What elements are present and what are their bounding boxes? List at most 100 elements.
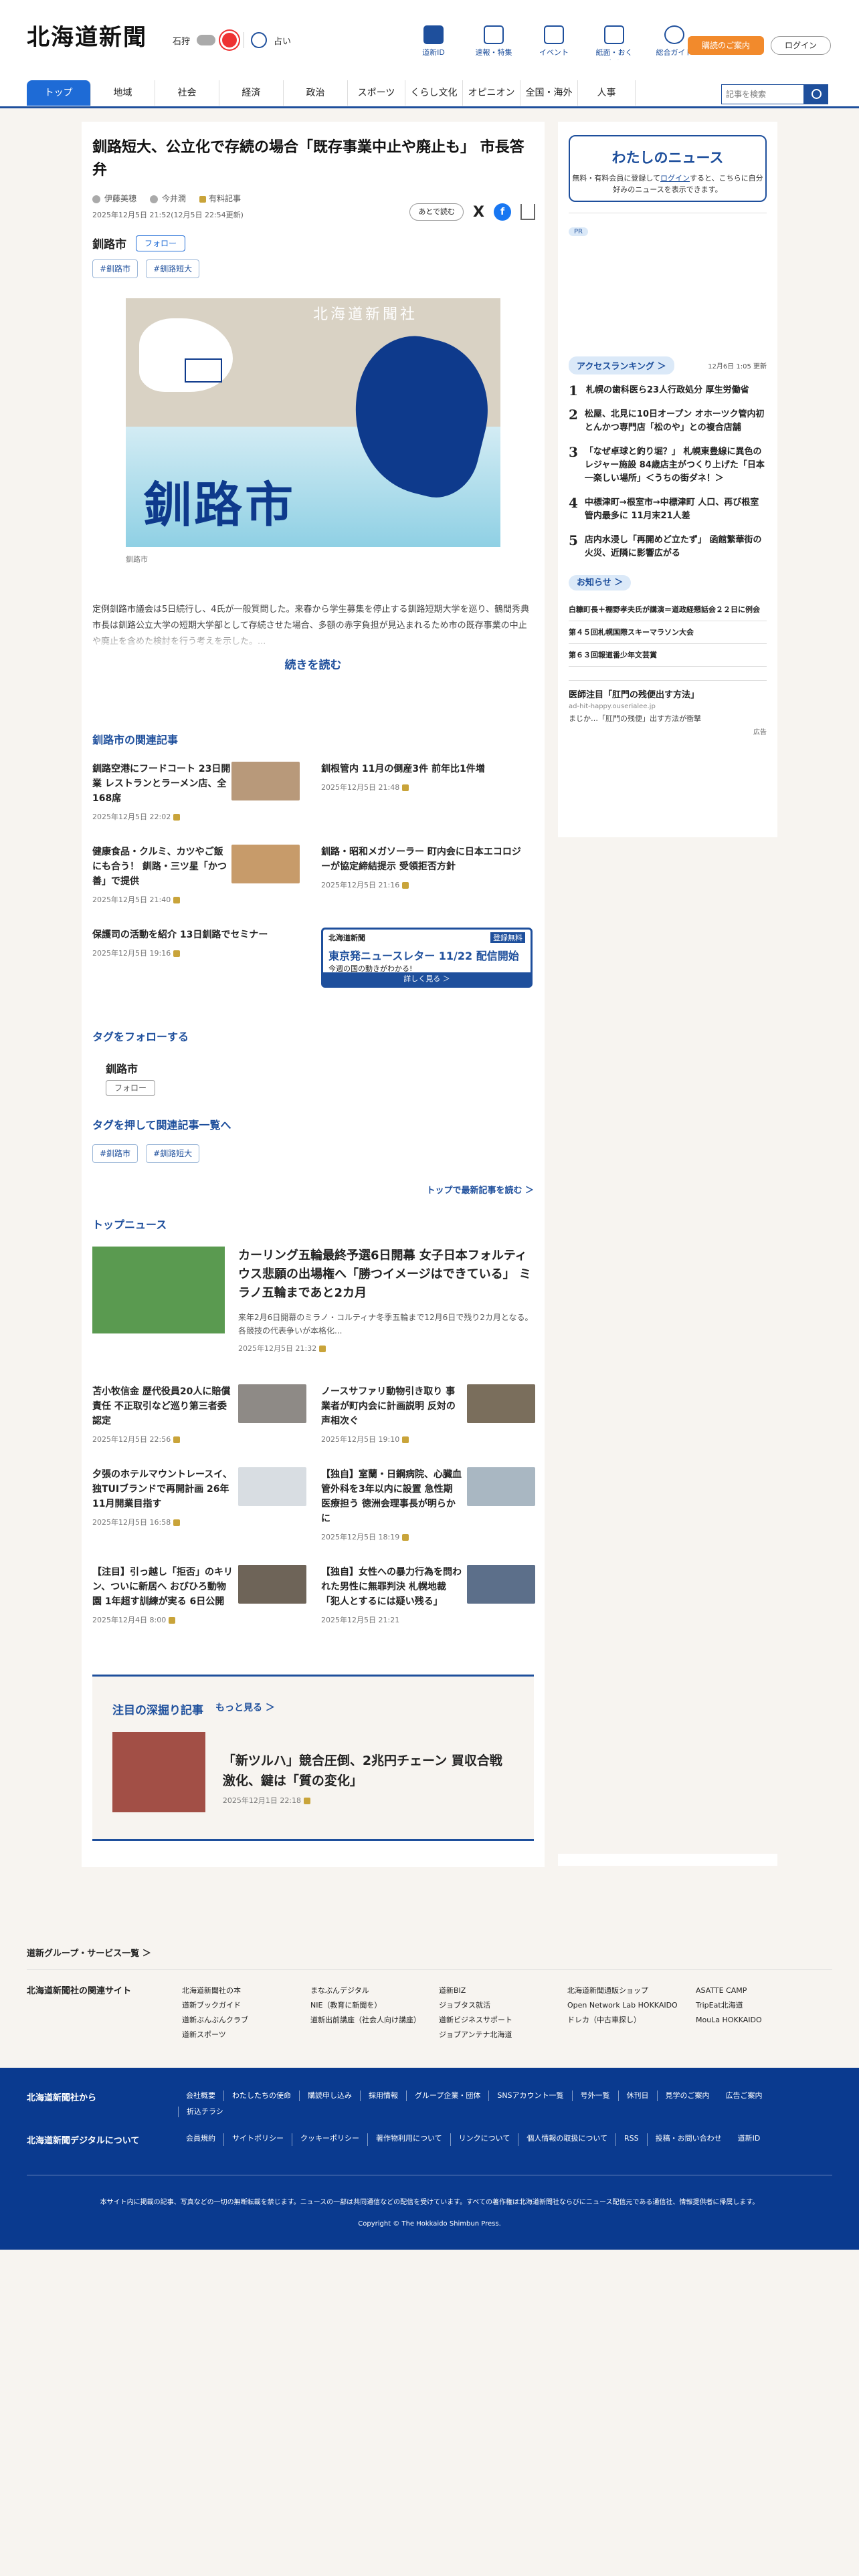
footer-disclaimer: 本サイト内に掲載の記事、写真などの一切の無断転載を禁じます。ニュースの一部は共同…	[100, 2199, 759, 2206]
tag-chip[interactable]: #釧路短大	[146, 1144, 200, 1163]
nav-life[interactable]: くらし文化	[405, 80, 463, 106]
lock-icon	[173, 897, 180, 903]
sidebar-ad[interactable]: 医師注目「肛門の残便出す方法」 ad-hit-happy.ouserialee.…	[569, 680, 767, 736]
nav-opinion[interactable]: オピニオン	[463, 80, 520, 106]
nav-world[interactable]: 全国・海外	[520, 80, 578, 106]
uranai-label[interactable]: 占い	[274, 34, 291, 47]
top-latest-link[interactable]: トップで最新記事を読む ＞	[92, 1183, 534, 1196]
nav-economy[interactable]: 経済	[219, 80, 284, 106]
my-news-title: わたしのニュース	[611, 150, 724, 166]
lock-icon	[199, 195, 207, 203]
footer-copyright: Copyright © The Hokkaido Shimbun Press.	[358, 2220, 501, 2228]
ranking-item[interactable]: 3 「なぜ卓球と釣り堀？」 札幌東豊線に異色のレジャー施設 84歳店主がつくり上げ…	[569, 445, 767, 486]
paid-badge: 有料記事	[199, 193, 241, 204]
ranking-list: 1 札幌の歯科医ら23人行政処分 厚生労働省 2 松屋、北見に10日オープン オホー…	[569, 384, 767, 560]
ranking-heading[interactable]: アクセスランキング ＞	[569, 356, 674, 374]
x-share-icon[interactable]: X	[473, 204, 484, 221]
facebook-share-icon[interactable]: f	[494, 203, 511, 221]
ranking-updated: 12月6日 1:05 更新	[708, 363, 767, 370]
related-sites-label: 北海道新聞社の関連サイト	[27, 1986, 132, 1996]
follow-button[interactable]: フォロー	[106, 1080, 156, 1096]
ranking-item[interactable]: 1 札幌の歯科医ら23人行政処分 厚生労働省	[569, 384, 767, 397]
read-more-link[interactable]: 続きを読む	[92, 655, 534, 672]
pr-block[interactable]: PR	[569, 225, 767, 299]
ad-url: ad-hit-happy.ouserialee.jp	[569, 703, 656, 710]
ad-title: 医師注目「肛門の残便出す方法」	[569, 690, 700, 700]
footer-links: 会社概要 わたしたちの使命 購読申し込み 採用情報 グループ企業・団体 SNSアカウント一…	[178, 2090, 820, 2117]
deep-dive-heading: 注目の深掘り記事	[112, 1704, 203, 1717]
read-later-button[interactable]: あとで読む	[409, 203, 464, 221]
tag-list-heading: タグを押して関連記事一覧へ	[92, 1119, 231, 1132]
notice-header: お知らせ ＞	[569, 575, 767, 591]
ad-details-button[interactable]: 詳しく見る ＞	[323, 972, 531, 986]
notice-heading[interactable]: お知らせ ＞	[569, 575, 632, 591]
news-item[interactable]: 夕張のホテルマウントレースイ、独TUIブランドで再開計画 26年11月開業目指す…	[92, 1467, 306, 1545]
related-heading: 釧路市の関連記事	[92, 734, 179, 746]
related-item[interactable]: 保護司の活動を紹介 13日釧路でセミナー 2025年12月5日 19:16	[92, 928, 300, 981]
tag-chip[interactable]: #釧路短大	[146, 259, 200, 278]
my-news-text: 無料・有料会員に登録してログインすると、こちらに自分好みのニュースを表示できます…	[572, 174, 763, 194]
news-item[interactable]: 【注目】引っ越し「拒否」のキリン、ついに新居へ おびひろ動物園 1年超す訓練が実…	[92, 1565, 306, 1628]
sun-icon	[222, 33, 237, 47]
nav-region[interactable]: 地域	[91, 80, 155, 106]
site-column: ASATTE CAMP TripEat北海道 MouLa HOKKAIDO	[696, 1986, 762, 2024]
deep-dive-more-link[interactable]: もっと見る ＞	[215, 1701, 275, 1717]
article-image: 北海道新聞社 釧路市	[126, 298, 500, 547]
related-item[interactable]: 釧路空港にフードコート 23日開業 レストランとラーメン店、全168席 2025年…	[92, 762, 300, 825]
nav-society[interactable]: 社会	[155, 80, 219, 106]
nav-politics[interactable]: 政治	[284, 80, 348, 106]
top-news-list: 苫小牧信金 歴代役員20人に賠償責任 不正取引など巡り第三者委認定 2025年12…	[92, 1384, 535, 1648]
tag-name: 釧路市	[106, 1063, 138, 1075]
tag-chip[interactable]: #釧路市	[92, 259, 138, 278]
ranking-item[interactable]: 5 店内水浸し「再開めど立たず」 函館繁華街の火災、近隣に影響広がる	[569, 534, 767, 560]
news-item[interactable]: 【独自】女性への暴力行為を問われた男性に無罪判決 札幌地裁「犯人とするには疑い残…	[321, 1565, 535, 1628]
news-item[interactable]: 苫小牧信金 歴代役員20人に賠償責任 不正取引など巡り第三者委認定 2025年12…	[92, 1384, 306, 1447]
author[interactable]: 今井潤	[150, 193, 186, 204]
lead-fade	[92, 630, 534, 650]
notice-item[interactable]: 第６３回報道番少年文芸賞	[569, 644, 767, 667]
thumbnail	[467, 1565, 535, 1604]
cloud-icon	[197, 35, 216, 45]
nav-personnel[interactable]: 人事	[578, 80, 636, 106]
login-button[interactable]: ログイン	[771, 36, 831, 55]
nav-sports[interactable]: スポーツ	[348, 80, 405, 106]
person-icon	[92, 195, 100, 203]
image-watermark: 北海道新聞社	[313, 306, 418, 323]
image-city-label: 釧路市	[143, 477, 296, 533]
lock-icon	[401, 1534, 409, 1541]
share-icon[interactable]	[520, 204, 535, 220]
login-link[interactable]: ログイン	[660, 174, 690, 183]
notice-item[interactable]: 第４５回札幌国際スキーマラソン大会	[569, 621, 767, 644]
group-heading[interactable]: 道新グループ・サービス一覧 ＞	[27, 1946, 832, 1970]
nav-top[interactable]: トップ	[27, 80, 91, 106]
id-icon	[423, 25, 444, 44]
related-item[interactable]: 釧路・昭和メガソーラー 町内会に日本エコロジーが協定締結提示 受領拒否方針 202…	[321, 845, 535, 907]
pr-label: PR	[569, 227, 588, 236]
search-input[interactable]	[721, 84, 804, 104]
follow-tag-row: 釧路市 フォロー	[92, 235, 534, 251]
site-logo[interactable]: 北海道新聞	[27, 19, 147, 51]
notice-item[interactable]: 白糠町長＋棚野孝夫氏が講演＝道政経懇話会２２日に例会	[569, 599, 767, 621]
related-item[interactable]: 釧根管内 11月の倒産3件 前年比1件増 2025年12月5日 21:48	[321, 762, 535, 825]
tag-chip[interactable]: #釧路市	[92, 1144, 138, 1163]
ranking-item[interactable]: 2 松屋、北見に10日オープン オホーツク管内初 とんかつ専門店「松のや」との複合…	[569, 408, 767, 435]
top-news-lead[interactable]: カーリング五輪最終予選6日開幕 女子日本フォルティウス悲願の出場権へ「勝つイメー…	[92, 1247, 534, 1354]
follow-button[interactable]: フォロー	[136, 235, 186, 251]
deep-dive-item[interactable]: 「新ツルハ」競合圧倒、2兆円チェーン 買収合戦激化、鍵は「質の変化」 2025年1…	[112, 1732, 514, 1812]
related-item[interactable]: 健康食品・クルミ、カツやご飯にも合う！ 釧路・三ツ星「かつ善」で提供 2025年1…	[92, 845, 300, 907]
newsletter-ad[interactable]: 北海道新聞 登録無料 東京発ニュースレター 11/22 配信開始 今週の国の動き…	[321, 928, 533, 988]
lock-icon	[173, 1519, 180, 1526]
lock-icon	[168, 1617, 175, 1624]
news-item[interactable]: 【独自】室蘭・日鋼病院、心臓血管外科を3年以内に設置 急性期医療担う 徳洲会理事…	[321, 1467, 535, 1545]
author[interactable]: 伊藤美穂	[92, 193, 136, 204]
category-nav: トップ 地域 社会 経済 政治 スポーツ くらし文化 オピニオン 全国・海外 人…	[0, 60, 859, 108]
news-item[interactable]: ノースサファリ動物引き取り 事業者が町内会に計画説明 反対の声相次ぐ 2025年1…	[321, 1384, 535, 1447]
thumbnail	[238, 1467, 306, 1506]
ranking-item[interactable]: 4 中標津町→根室市→中標津町 人口、再び根室管内最多に 11月末21人差	[569, 496, 767, 523]
subscribe-button[interactable]: 購読のご案内	[688, 36, 764, 55]
weather-widget[interactable]: 石狩 占い	[173, 32, 291, 48]
footer-row-company: 北海道新聞社から 会社概要 わたしたちの使命 購読申し込み 採用情報 グループ企業・団体…	[27, 2090, 832, 2117]
search-icon[interactable]	[804, 84, 828, 104]
flag-icon	[484, 25, 504, 44]
search-box	[721, 84, 828, 104]
